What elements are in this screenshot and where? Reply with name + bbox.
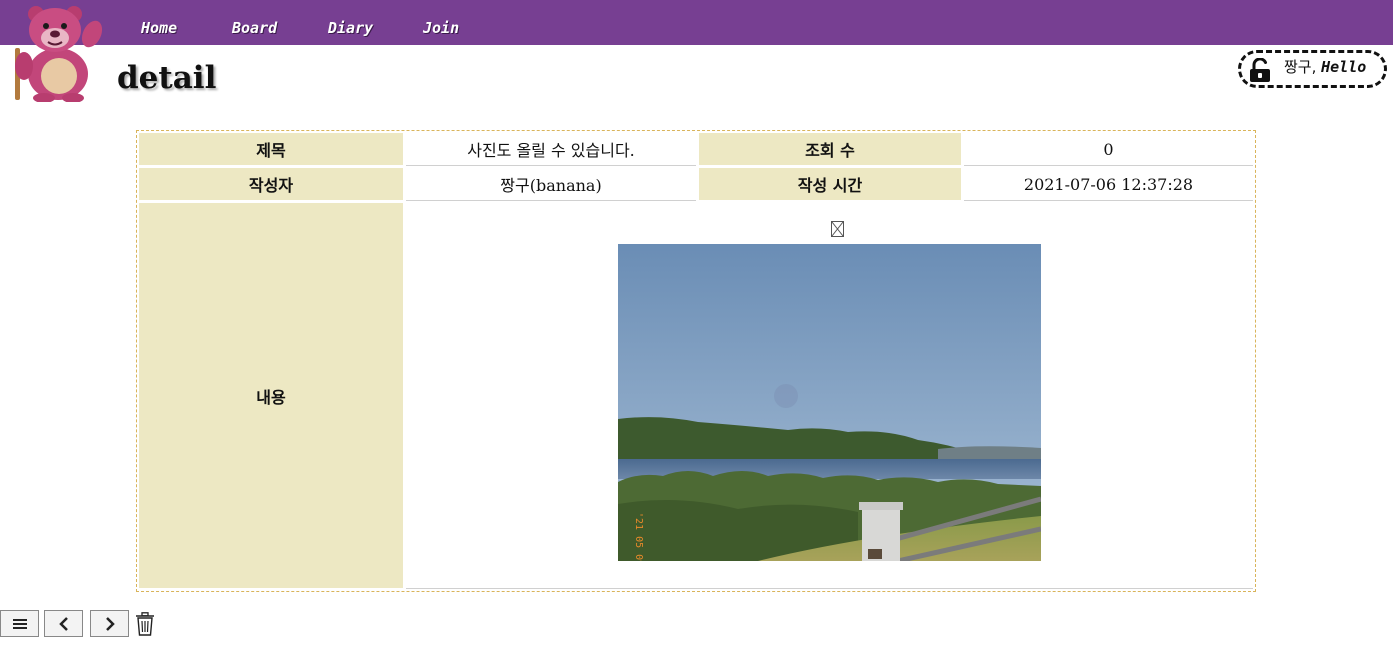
chevron-left-icon xyxy=(58,616,68,631)
unlock-icon xyxy=(1250,58,1270,82)
hello-text: Hello xyxy=(1321,58,1367,76)
chevron-right-icon xyxy=(105,616,115,631)
views-label: 조회 수 xyxy=(699,133,961,165)
prev-button[interactable] xyxy=(44,610,83,637)
title-value: 사진도 올릴 수 있습니다. xyxy=(406,133,696,166)
page-title: detail xyxy=(117,60,217,96)
user-greeting-badge[interactable]: 짱구, Hello xyxy=(1238,50,1387,88)
user-greeting-text: 짱구, Hello xyxy=(1284,56,1366,77)
photo-date-stamp: '21 05 09 xyxy=(633,512,644,561)
time-value: 2021-07-06 12:37:28 xyxy=(964,168,1253,201)
title-label: 제목 xyxy=(139,133,403,165)
author-value: 짱구(banana) xyxy=(406,168,696,201)
author-label: 작성자 xyxy=(139,168,403,200)
list-button[interactable] xyxy=(0,610,39,637)
user-name: 짱구, xyxy=(1284,58,1317,76)
time-label: 작성 시간 xyxy=(699,168,961,200)
nav-diary-link[interactable]: Diary xyxy=(328,19,373,37)
trash-icon[interactable] xyxy=(135,612,155,636)
broken-image-icon xyxy=(831,221,844,237)
nav-home-link[interactable]: Home xyxy=(141,19,177,37)
nav-board-link[interactable]: Board xyxy=(232,19,277,37)
next-button[interactable] xyxy=(90,610,129,637)
list-icon xyxy=(12,618,27,629)
top-navbar: Home Board Diary Join xyxy=(0,0,1393,45)
post-photo: '21 05 09 xyxy=(618,244,1041,561)
content-label: 내용 xyxy=(139,203,403,588)
bear-mascot-icon[interactable] xyxy=(6,4,108,102)
views-value: 0 xyxy=(964,133,1253,166)
nav-join-link[interactable]: Join xyxy=(423,19,459,37)
